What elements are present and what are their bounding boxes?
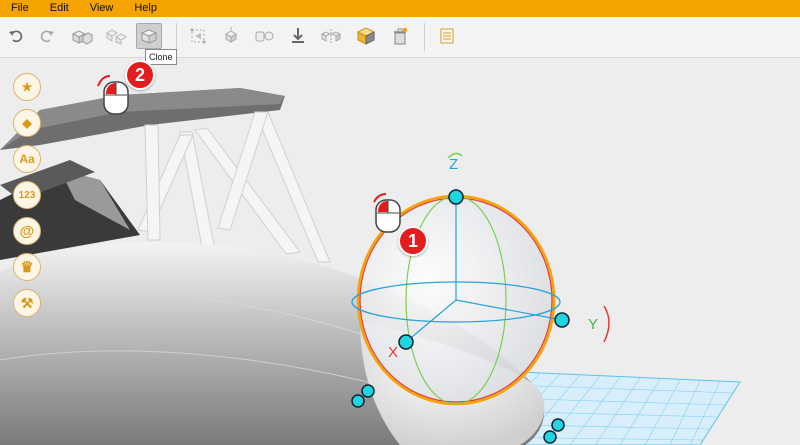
crown-icon[interactable]: ♛ bbox=[13, 253, 41, 281]
color-icon[interactable] bbox=[353, 23, 379, 49]
toolbar-separator bbox=[424, 23, 425, 51]
clone-icon[interactable] bbox=[136, 23, 162, 49]
delete-icon[interactable] bbox=[387, 23, 413, 49]
toolbar-separator bbox=[176, 23, 177, 51]
toolbar bbox=[0, 17, 800, 58]
scene-canvas bbox=[0, 75, 741, 445]
align-icon[interactable] bbox=[185, 23, 211, 49]
x-axis-label: X bbox=[388, 344, 399, 361]
redo-icon[interactable] bbox=[34, 23, 60, 49]
menu-view[interactable]: View bbox=[79, 0, 124, 17]
text-icon[interactable]: Aa bbox=[13, 145, 41, 173]
menu-file[interactable]: File bbox=[0, 0, 39, 17]
group-icon[interactable] bbox=[69, 23, 95, 49]
step-callout-2: 2 bbox=[125, 60, 155, 90]
3d-viewport[interactable]: Z Y X bbox=[0, 58, 800, 445]
z-axis-label: Z bbox=[449, 156, 459, 173]
basic-shapes-icon[interactable]: ◆ bbox=[13, 109, 41, 137]
favorites-star-icon[interactable]: ★ bbox=[13, 73, 41, 101]
center-icon[interactable] bbox=[252, 23, 278, 49]
distribute-icon[interactable] bbox=[218, 23, 244, 49]
numbers-icon[interactable]: 123 bbox=[13, 181, 41, 209]
undo-icon[interactable] bbox=[3, 23, 29, 49]
left-click-mouse-icon bbox=[373, 193, 401, 233]
ungroup-icon[interactable] bbox=[103, 23, 129, 49]
symbols-at-icon[interactable]: @ bbox=[13, 217, 41, 245]
wing-struts bbox=[137, 111, 331, 263]
menu-help[interactable]: Help bbox=[123, 0, 167, 17]
menu-bar: File Edit View Help bbox=[0, 0, 800, 17]
menu-edit[interactable]: Edit bbox=[39, 0, 79, 17]
tools-icon[interactable]: ⚒ bbox=[13, 289, 41, 317]
drop-to-floor-icon[interactable] bbox=[285, 23, 311, 49]
step-callout-1: 1 bbox=[398, 226, 428, 256]
y-axis-label: Y bbox=[588, 316, 599, 333]
mirror-icon[interactable] bbox=[318, 23, 344, 49]
settings-icon[interactable] bbox=[434, 23, 460, 49]
